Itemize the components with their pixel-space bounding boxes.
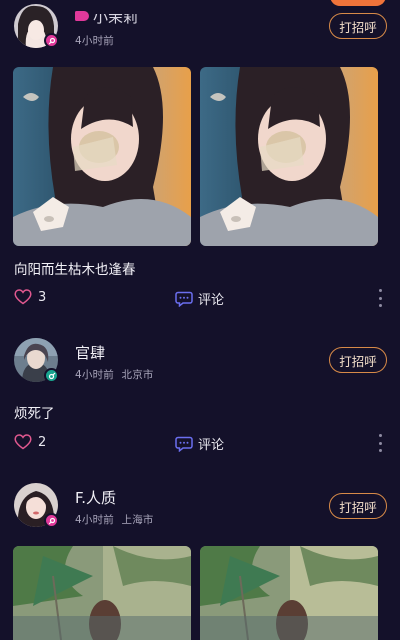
greet-button[interactable]: 打招呼 [329,13,387,39]
like-button[interactable]: 3 [14,289,46,305]
post-location: 北京市 [121,369,154,381]
greet-button[interactable]: 打招呼 [329,347,387,373]
like-count: 3 [38,289,47,305]
female-gender-icon [44,33,59,48]
comment-button[interactable]: 评论 [175,289,224,308]
post-text: 烦死了 [14,406,55,422]
post-meta: 4小时前 北京市 [75,367,154,382]
comment-label: 评论 [198,438,225,453]
username-decoration-icon [75,11,89,21]
comment-label: 评论 [198,293,225,308]
male-gender-icon [44,368,59,383]
post-time: 4小时前 [75,514,114,526]
post-meta: 4小时前 上海市 [75,512,154,527]
like-button[interactable]: 2 [14,434,46,450]
chat-bubble-icon [175,291,193,307]
username[interactable]: 小茉莉 [93,14,138,27]
post-time: 4小时前 [75,369,114,381]
post-text: 向阳而生枯木也逢春 [14,262,136,278]
username[interactable]: 官肆 [75,342,105,363]
post-photo-1[interactable] [13,546,191,640]
post-photo-2[interactable] [200,546,378,640]
post-location: 上海市 [121,514,154,526]
post-time: 4小时前 [75,35,114,47]
post-photo-2[interactable] [200,67,378,246]
chat-bubble-icon [175,436,193,452]
more-vertical-icon[interactable] [375,434,385,452]
female-gender-icon [44,513,59,528]
top-partial-button[interactable] [330,0,386,6]
heart-outline-icon [14,289,32,305]
heart-outline-icon [14,434,32,450]
more-vertical-icon[interactable] [375,289,385,307]
comment-button[interactable]: 评论 [175,434,224,453]
greet-button[interactable]: 打招呼 [329,493,387,519]
username[interactable]: F.人质 [75,487,116,508]
like-count: 2 [38,434,47,450]
post-photo-1[interactable] [13,67,191,246]
